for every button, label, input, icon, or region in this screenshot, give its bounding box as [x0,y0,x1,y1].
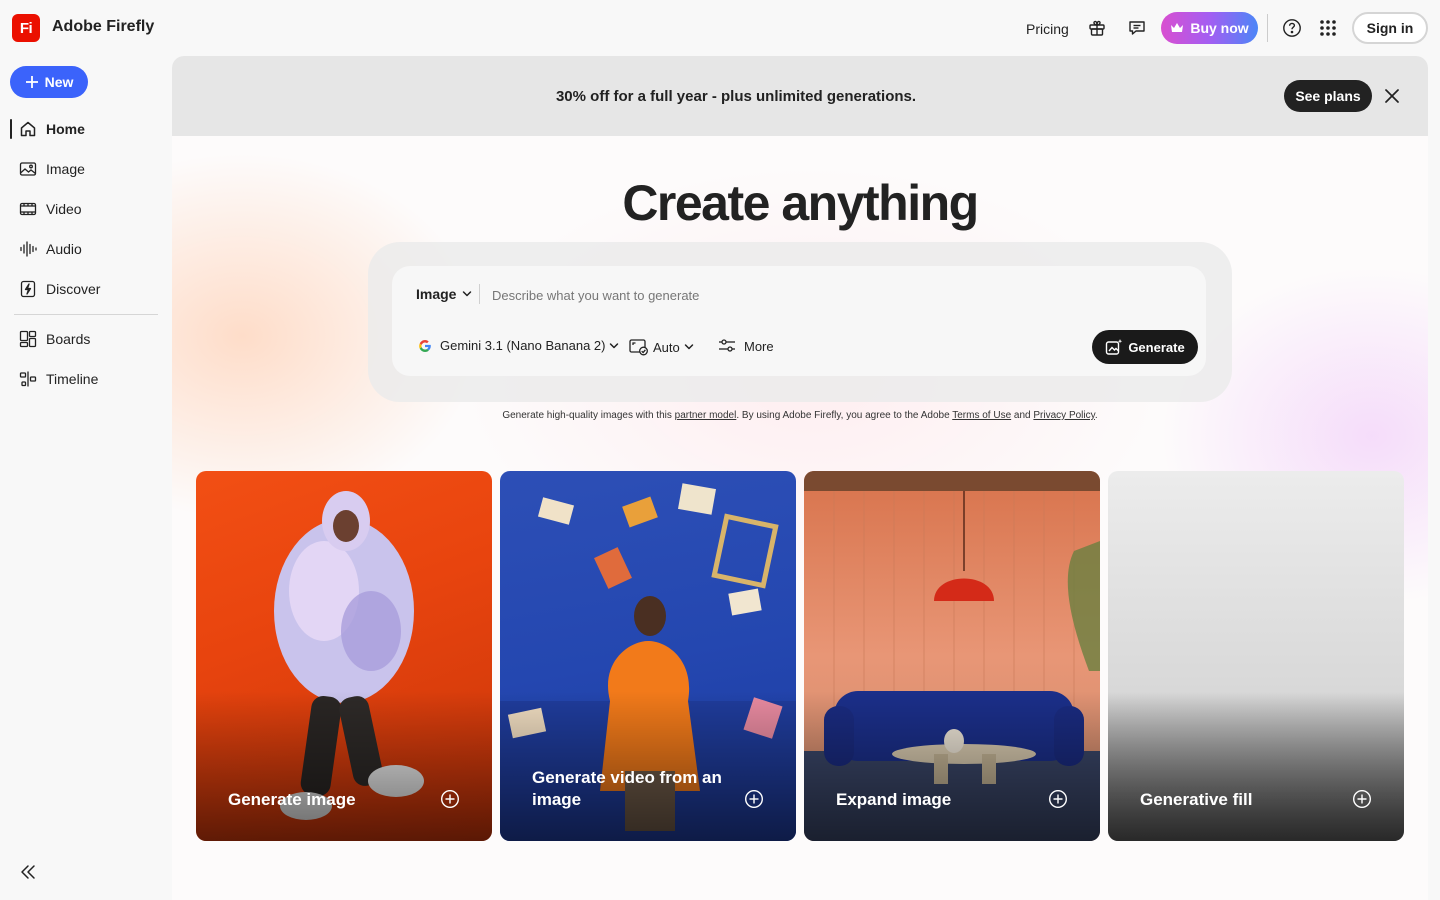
sidebar-item-image[interactable]: Image [10,153,160,185]
pricing-link[interactable]: Pricing [1026,21,1069,37]
disclaimer-part1: Generate high-quality images with this [502,410,675,421]
main-panel: 30% off for a full year - plus unlimited… [172,56,1428,900]
generate-button[interactable]: Generate [1092,330,1198,364]
prompt-panel: Image Gemini 3.1 (Nano Banana 2) [392,266,1206,376]
new-button[interactable]: New [10,66,88,98]
generative-fill-card[interactable]: Generative fill [1108,471,1404,841]
more-settings-button[interactable]: More [718,338,774,354]
image-icon [18,159,38,179]
sidebar-item-label: Timeline [46,371,99,387]
sidebar-item-timeline[interactable]: Timeline [10,363,160,395]
plus-icon [25,76,38,88]
generate-video-card[interactable]: Generate video from an image [500,471,796,841]
card-shade [1108,691,1404,841]
firefly-logo[interactable]: Fi [12,14,40,42]
generate-icon [1106,339,1123,355]
card-shade [196,691,492,841]
sidebar-item-label: Discover [46,281,101,297]
chevron-down-icon [610,342,619,348]
sidebar-item-label: Boards [46,331,91,347]
promo-banner: 30% off for a full year - plus unlimited… [172,56,1428,136]
sidebar-divider [14,314,158,315]
card-shade [804,691,1100,841]
disclaimer-text: Generate high-quality images with this p… [172,410,1428,421]
aspect-ratio-label: Auto [653,339,680,355]
sidebar-item-audio[interactable]: Audio [10,233,160,265]
promo-text: 30% off for a full year - plus unlimited… [555,88,917,105]
sidebar-item-label: Home [46,121,85,137]
video-icon [18,199,38,219]
sidebar-item-label: Audio [46,241,82,257]
google-icon [419,339,431,352]
sliders-icon [719,339,735,352]
sign-in-button[interactable]: Sign in [1352,12,1428,44]
header-divider [1267,14,1268,42]
home-icon [18,119,38,139]
aspect-ratio-dropdown[interactable]: Auto [629,338,694,356]
aspect-ratio-icon [629,339,648,356]
help-icon[interactable] [1280,16,1304,40]
disclaimer-part4: . [1094,410,1098,421]
sidebar-item-home[interactable]: Home [10,113,160,145]
privacy-policy-link[interactable]: Privacy Policy [1033,410,1095,421]
sidebar-item-discover[interactable]: Discover [10,273,160,305]
apps-grid-icon[interactable] [1316,16,1340,40]
model-dropdown[interactable]: Gemini 3.1 (Nano Banana 2) [418,338,619,353]
partner-model-link[interactable]: partner model [675,410,737,421]
prompt-input[interactable] [492,284,1092,306]
disclaimer-part2: . By using Adobe Firefly, you agree to t… [736,410,953,421]
type-dropdown[interactable]: Image [416,286,472,302]
add-circle-icon[interactable] [440,789,460,809]
hero-section: Create anything Image Describe what you … [172,136,1428,900]
buy-now-label: Buy now [1190,20,1249,36]
sidebar-item-label: Image [46,161,85,177]
add-circle-icon[interactable] [744,789,764,809]
prompt-divider [479,284,480,304]
card-title: Generate video from an image [532,768,722,809]
chevron-down-icon [684,344,693,350]
more-label: More [744,338,774,354]
type-dropdown-label: Image [416,286,457,302]
page-title: Create anything [622,175,979,231]
card-title: Expand image [836,790,952,809]
discover-icon [18,279,38,299]
buy-now-button[interactable]: Buy now [1161,12,1258,44]
model-dropdown-label: Gemini 3.1 (Nano Banana 2) [440,338,606,353]
add-circle-icon[interactable] [1048,789,1068,809]
crown-icon [1171,23,1184,32]
card-title: Generative fill [1140,790,1253,809]
card-title: Generate image [228,790,356,809]
terms-of-use-link[interactable]: Terms of Use [952,410,1011,421]
sidebar-item-label: Video [46,201,82,217]
close-icon[interactable] [1382,86,1402,106]
chevron-down-icon [463,291,472,297]
app-name[interactable]: Adobe Firefly [52,18,154,36]
expand-image-card[interactable]: Expand image [804,471,1100,841]
disclaimer-part3: and [1011,410,1034,421]
boards-icon [18,329,38,349]
sidebar-item-video[interactable]: Video [10,193,160,225]
top-bar: Fi Adobe Firefly Pricing Buy now Sign in [0,0,1440,56]
generate-image-card[interactable]: Generate image [196,471,492,841]
gift-icon[interactable] [1085,16,1109,40]
feedback-icon[interactable] [1125,16,1149,40]
see-plans-button[interactable]: See plans [1284,80,1372,112]
add-circle-icon[interactable] [1352,789,1372,809]
card-shade [500,691,796,841]
sidebar-item-boards[interactable]: Boards [10,323,160,355]
collapse-sidebar-icon[interactable] [18,862,38,882]
active-indicator [10,119,12,139]
generate-label: Generate [1128,339,1185,355]
prompt-box: Image Gemini 3.1 (Nano Banana 2) [368,242,1232,402]
timeline-icon [18,369,38,389]
new-label: New [44,74,74,90]
audio-icon [18,239,38,259]
